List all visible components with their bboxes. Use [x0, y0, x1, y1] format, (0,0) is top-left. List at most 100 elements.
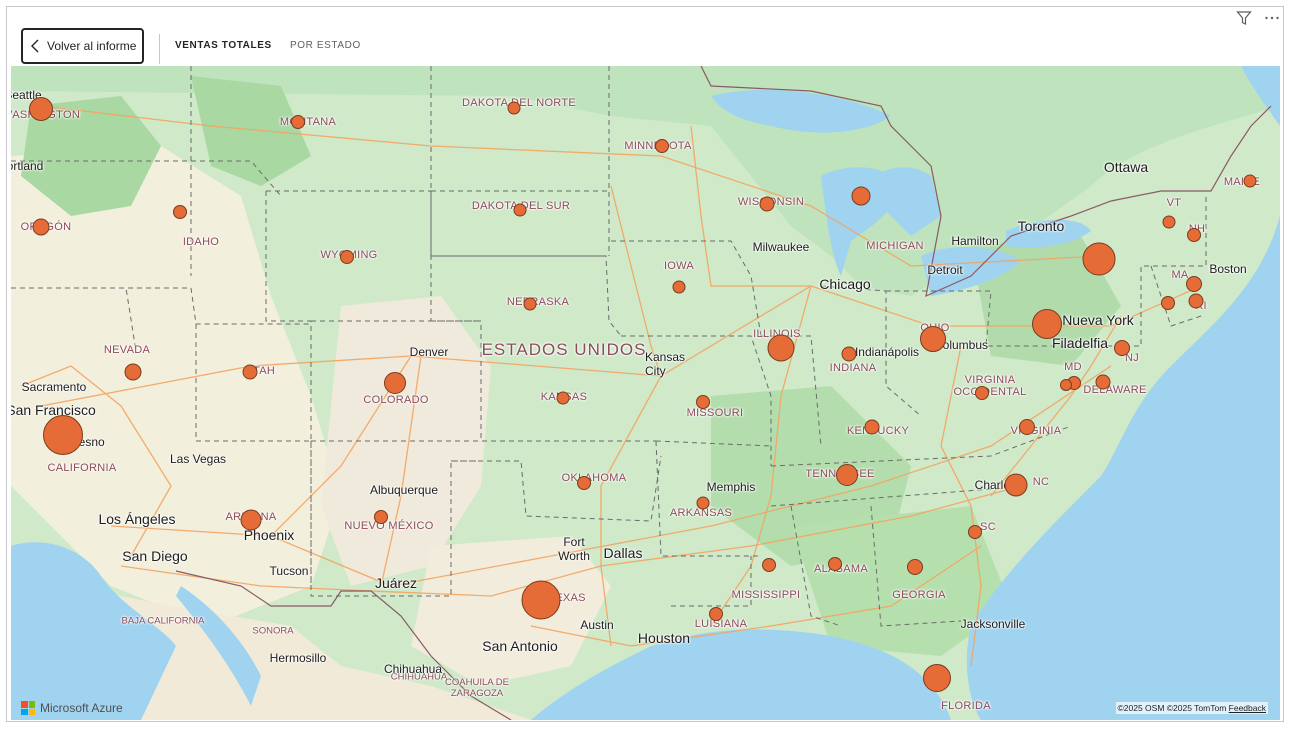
bubble-pennsylvania[interactable]	[1032, 309, 1062, 339]
city-label: Memphis	[706, 480, 756, 494]
bubble-virginia[interactable]	[1019, 419, 1035, 435]
bubble-dc[interactable]	[1060, 379, 1072, 391]
bubble-texas[interactable]	[521, 580, 561, 620]
state-label: NEVADA	[103, 344, 151, 356]
bubble-indiana[interactable]	[841, 346, 857, 362]
bubble-montana[interactable]	[291, 115, 305, 129]
city-label: San Diego	[122, 548, 188, 564]
bubble-rhode-island[interactable]	[1188, 293, 1204, 309]
city-label: San Francisco	[11, 402, 96, 418]
city-label: San Antonio	[482, 638, 558, 654]
city-label: Sacramento	[21, 380, 87, 394]
bubble-idaho[interactable]	[173, 205, 187, 219]
bubble-dakota-del-sur[interactable]	[513, 203, 527, 217]
state-label: CALIFORNIA	[47, 462, 117, 474]
bubble-ohio[interactable]	[920, 326, 946, 352]
bubble-new-jersey[interactable]	[1114, 340, 1130, 356]
bubble-nuevo-mexico[interactable]	[374, 510, 388, 524]
bubble-mississippi[interactable]	[762, 558, 776, 572]
back-to-report-button[interactable]: Volver al informe	[21, 28, 144, 64]
state-label: DELAWARE	[1083, 384, 1147, 396]
city-label: Hermosillo	[269, 651, 327, 665]
bubble-new-york[interactable]	[1082, 242, 1116, 276]
state-label: MD	[1064, 361, 1082, 373]
bubble-colorado[interactable]	[384, 372, 406, 394]
brand-label: Microsoft Azure	[40, 701, 123, 715]
city-label: Hamilton	[951, 234, 999, 248]
city-label: Albuquerque	[369, 483, 439, 497]
state-label: VIRGINIA OCCIDENTAL	[953, 374, 1027, 398]
back-button-label: Volver al informe	[47, 39, 137, 53]
bubble-minnesota[interactable]	[655, 139, 669, 153]
city-label: Portland	[11, 159, 44, 173]
tab-ventas-totales[interactable]: VENTAS TOTALES	[175, 40, 272, 51]
city-label: Denver	[409, 345, 449, 359]
bubble-south-carolina[interactable]	[968, 525, 982, 539]
city-label: Kansas City	[645, 350, 686, 378]
bubble-delaware[interactable]	[1095, 374, 1111, 390]
region-label: SONORA	[252, 625, 294, 637]
country-label: ESTADOS UNIDOS	[481, 340, 647, 359]
bubble-virginia-occidental[interactable]	[975, 386, 989, 400]
city-label: Houston	[637, 630, 691, 646]
state-label: GEORGIA	[892, 589, 946, 601]
city-label: Indianápolis	[854, 345, 920, 359]
bubble-nebraska[interactable]	[523, 297, 537, 311]
bubble-oklahoma[interactable]	[577, 476, 591, 490]
state-label: OKLAHOMA	[561, 472, 627, 484]
city-label: Fort Worth	[558, 535, 590, 563]
city-label: Juárez	[374, 575, 418, 591]
state-label: IDAHO	[182, 236, 220, 248]
map-canvas[interactable]: ESTADOS UNIDOS WASHINGTON MONTANA DAKOTA…	[11, 66, 1280, 720]
bubble-vermont[interactable]	[1162, 215, 1176, 229]
bubble-illinois[interactable]	[767, 334, 795, 362]
microsoft-logo-icon	[21, 701, 35, 715]
city-label: Austin	[580, 618, 614, 632]
state-label: MISSOURI	[686, 407, 744, 419]
city-label: Tucson	[269, 564, 309, 578]
bubble-alabama[interactable]	[828, 557, 842, 571]
bubble-utah[interactable]	[242, 364, 258, 380]
city-label: Chicago	[819, 276, 871, 292]
bubble-florida[interactable]	[923, 664, 951, 692]
city-label: Ottawa	[1103, 159, 1149, 175]
bubble-kansas[interactable]	[556, 391, 570, 405]
bubble-michigan[interactable]	[851, 186, 871, 206]
chevron-left-icon	[23, 39, 47, 53]
feedback-link[interactable]: Feedback	[1229, 703, 1266, 713]
bubble-missouri[interactable]	[696, 395, 710, 409]
bubble-iowa[interactable]	[672, 280, 686, 294]
bubble-luisiana[interactable]	[709, 607, 723, 621]
bubble-connecticut[interactable]	[1161, 296, 1175, 310]
bubble-dakota-del-norte[interactable]	[507, 101, 521, 115]
bubble-new-hampshire[interactable]	[1187, 228, 1201, 242]
bubble-washington[interactable]	[29, 97, 53, 121]
state-label: LUISIANA	[694, 618, 748, 630]
bubble-maine[interactable]	[1243, 174, 1257, 188]
filter-icon[interactable]	[1236, 10, 1252, 26]
bubble-tennessee[interactable]	[836, 464, 858, 486]
bubble-georgia[interactable]	[907, 559, 923, 575]
bubble-wisconsin[interactable]	[759, 196, 775, 212]
tab-por-estado[interactable]: POR ESTADO	[290, 40, 361, 51]
more-options-icon[interactable]	[1264, 10, 1280, 26]
bubble-wyoming[interactable]	[340, 250, 354, 264]
map-attribution: ©2025 OSM ©2025 TomTom Feedback	[1115, 702, 1268, 714]
bubble-nevada[interactable]	[124, 363, 142, 381]
state-label: COLORADO	[363, 394, 429, 406]
map-brand: Microsoft Azure	[21, 701, 123, 715]
bubble-california[interactable]	[43, 415, 83, 455]
bubble-arkansas[interactable]	[696, 496, 710, 510]
attribution-text: ©2025 OSM ©2025 TomTom	[1117, 703, 1227, 713]
city-label: Dallas	[603, 545, 643, 561]
region-label: BAJA CALIFORNIA	[121, 615, 205, 627]
bubble-north-carolina[interactable]	[1004, 473, 1028, 497]
bubble-massachusetts[interactable]	[1186, 276, 1202, 292]
city-label: Chihuahua	[383, 662, 443, 676]
city-label: Filadelfia	[1051, 335, 1109, 351]
state-label: MONTANA	[279, 116, 337, 128]
bubble-kentucky[interactable]	[864, 419, 880, 435]
bubble-oregon[interactable]	[32, 218, 50, 236]
bubble-arizona[interactable]	[240, 509, 262, 531]
city-label: Detroit	[927, 263, 963, 277]
